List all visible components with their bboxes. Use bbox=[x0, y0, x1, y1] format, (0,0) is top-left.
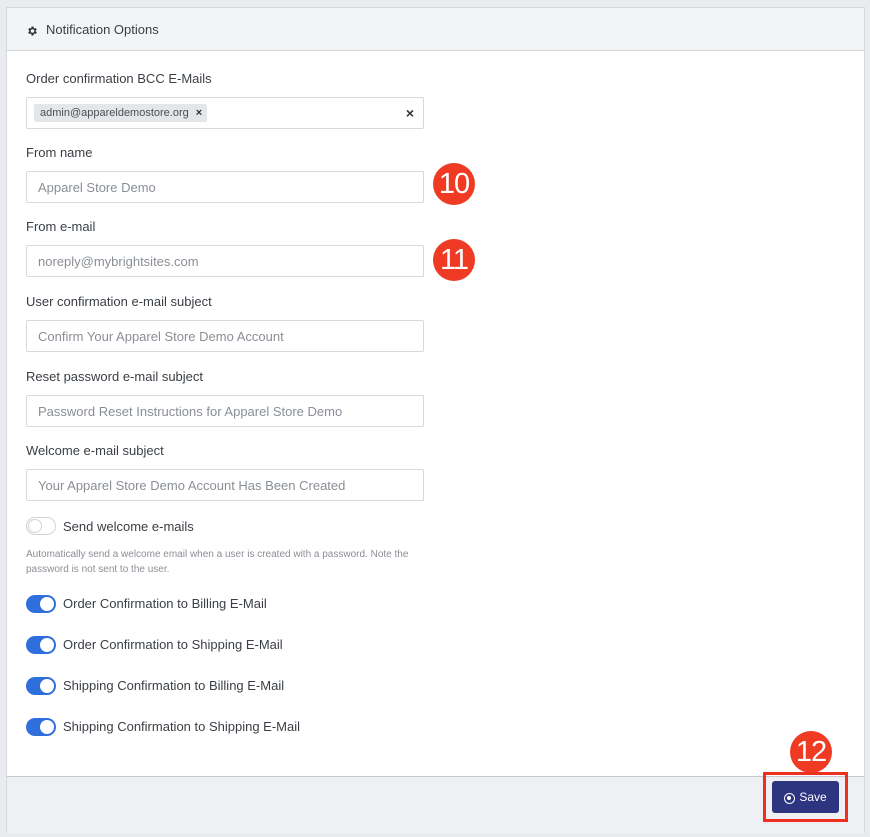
annotation-badge-11: 11 bbox=[433, 239, 475, 281]
welcome-help-text: Automatically send a welcome email when … bbox=[26, 549, 409, 575]
send-welcome-emails-label: Send welcome e-mails bbox=[63, 519, 194, 534]
annotation-badge-10: 10 bbox=[433, 163, 475, 205]
toggle-knob bbox=[40, 597, 54, 611]
bcc-email-tag-text: admin@appareldemostore.org bbox=[40, 107, 189, 119]
save-icon bbox=[784, 792, 796, 804]
shipping-confirmation-shipping-label: Shipping Confirmation to Shipping E-Mail bbox=[63, 719, 301, 734]
toggle-knob bbox=[40, 638, 54, 652]
shipping-confirmation-shipping-toggle[interactable] bbox=[26, 718, 56, 736]
notification-options-panel: Notification Options Order confirmation … bbox=[6, 7, 865, 833]
toggle-knob bbox=[28, 519, 42, 533]
save-button[interactable]: Save bbox=[772, 781, 839, 813]
user-confirmation-subject-input[interactable] bbox=[26, 320, 424, 352]
from-email-input[interactable] bbox=[26, 245, 424, 277]
welcome-subject-label: Welcome e-mail subject bbox=[26, 443, 164, 458]
from-name-input[interactable] bbox=[26, 171, 424, 203]
from-name-label: From name bbox=[26, 145, 93, 160]
panel-header: Notification Options bbox=[7, 8, 864, 51]
toggle-knob bbox=[40, 679, 54, 693]
bcc-email-tag: admin@appareldemostore.org × bbox=[34, 104, 208, 122]
order-confirmation-billing-label: Order Confirmation to Billing E-Mail bbox=[63, 596, 267, 611]
save-button-label: Save bbox=[799, 790, 827, 804]
shipping-confirmation-billing-label: Shipping Confirmation to Billing E-Mail bbox=[63, 678, 285, 693]
annotation-badge-12: 12 bbox=[790, 731, 832, 773]
bcc-email-field[interactable]: admin@appareldemostore.org × × bbox=[26, 97, 424, 129]
reset-password-subject-label: Reset password e-mail subject bbox=[26, 369, 204, 384]
send-welcome-emails-toggle[interactable] bbox=[26, 517, 56, 535]
clear-all-icon[interactable]: × bbox=[406, 105, 414, 121]
user-confirmation-subject-label: User confirmation e-mail subject bbox=[26, 294, 212, 309]
order-confirmation-shipping-label: Order Confirmation to Shipping E-Mail bbox=[63, 637, 283, 652]
toggle-knob bbox=[40, 720, 54, 734]
reset-password-subject-input[interactable] bbox=[26, 395, 424, 427]
welcome-subject-input[interactable] bbox=[26, 469, 424, 501]
shipping-confirmation-billing-toggle[interactable] bbox=[26, 677, 56, 695]
tag-remove-icon[interactable]: × bbox=[196, 107, 202, 119]
order-confirmation-shipping-toggle[interactable] bbox=[26, 636, 56, 654]
panel-footer bbox=[7, 776, 864, 833]
panel-title: Notification Options bbox=[46, 21, 159, 37]
from-email-label: From e-mail bbox=[26, 219, 96, 234]
gear-icon bbox=[28, 26, 37, 35]
bcc-label: Order confirmation BCC E-Mails bbox=[26, 71, 212, 86]
order-confirmation-billing-toggle[interactable] bbox=[26, 595, 56, 613]
